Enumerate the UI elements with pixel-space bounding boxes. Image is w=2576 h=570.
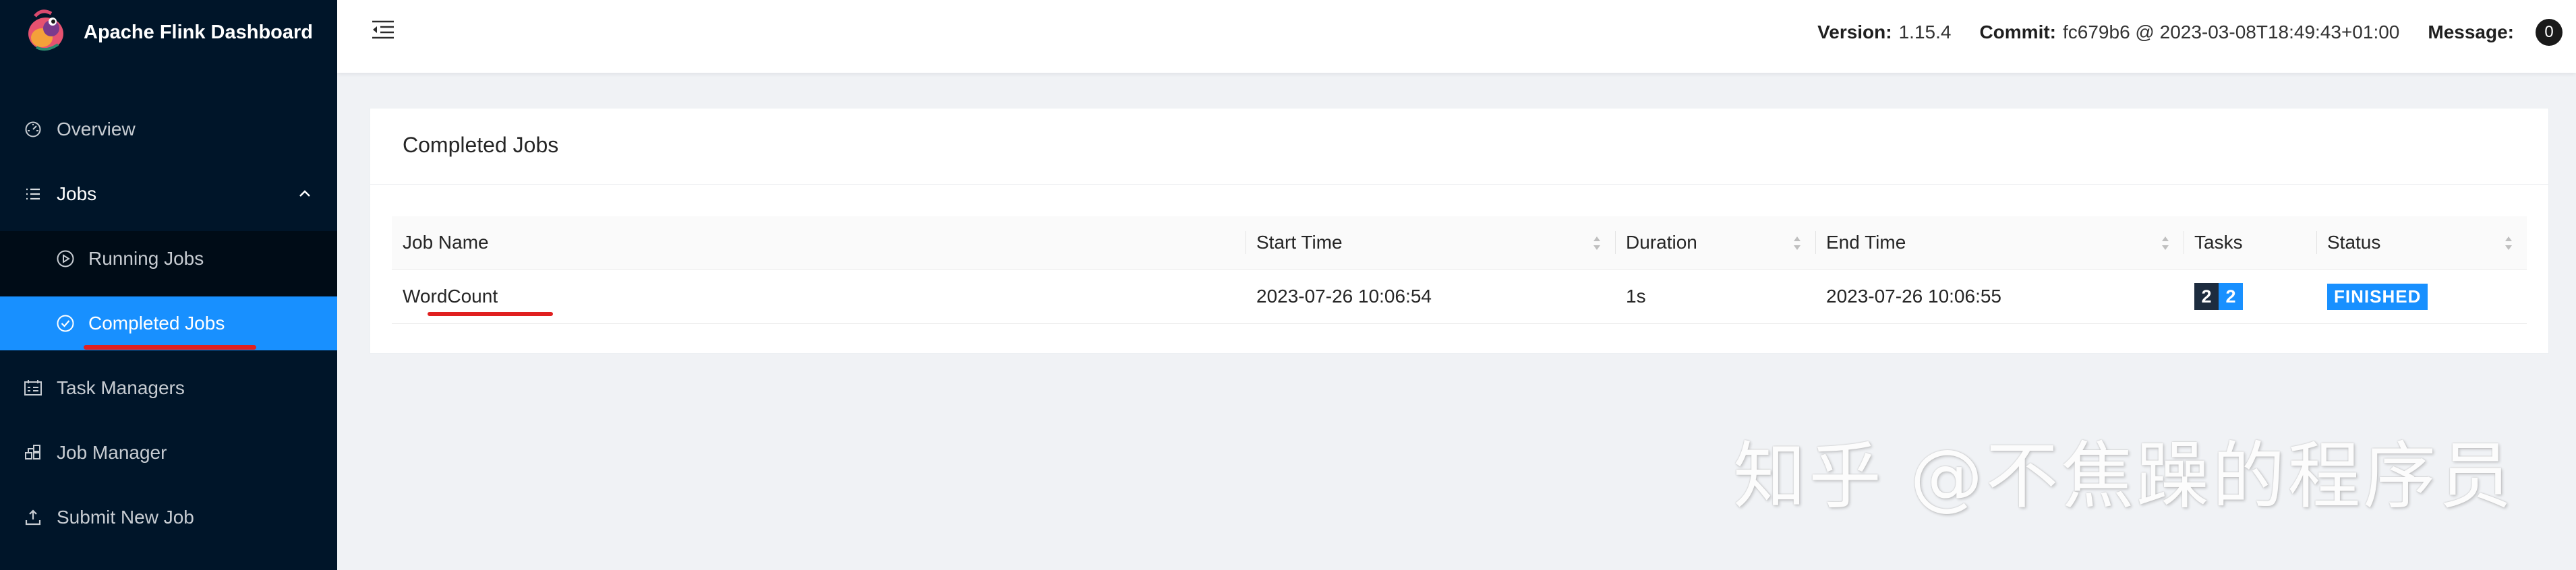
flink-logo-icon	[28, 9, 63, 51]
column-header-start-time[interactable]: Start Time	[1246, 216, 1615, 270]
status-badge: FINISHED	[2327, 283, 2428, 310]
duration-cell: 1s	[1615, 269, 1815, 324]
sidebar-item-label: Task Managers	[57, 377, 185, 398]
tasks-total-badge: 2	[2194, 283, 2219, 310]
end-time-cell: 2023-07-26 10:06:55	[1815, 269, 2184, 324]
message-label: Message:	[2428, 22, 2514, 42]
table-row[interactable]: WordCount 2023-07-26 10:06:54 1s 2023-07…	[392, 269, 2527, 324]
list-icon	[23, 184, 43, 204]
app-title: Apache Flink Dashboard	[84, 22, 314, 43]
sidebar-item-completed-jobs[interactable]: Completed Jobs	[0, 296, 337, 350]
start-time-cell: 2023-07-26 10:06:54	[1246, 269, 1615, 324]
dashboard-icon	[23, 119, 43, 139]
sidebar-item-submit-new-job[interactable]: Submit New Job	[0, 490, 337, 544]
sidebar-item-label: Running Jobs	[88, 248, 204, 269]
sidebar-item-label: Completed Jobs	[88, 313, 225, 334]
table-header-row: Job Name Start Time Duration End Time Ta…	[392, 216, 2527, 270]
watermark: 知乎 @不焦躁的程序员	[1733, 435, 2515, 519]
version-label: Version:	[1817, 22, 1892, 42]
menu-fold-icon[interactable]	[371, 18, 395, 42]
sort-icon[interactable]	[2504, 234, 2513, 252]
sidebar-item-running-jobs[interactable]: Running Jobs	[0, 232, 337, 286]
sort-icon[interactable]	[1592, 234, 1602, 252]
card-title: Completed Jobs	[403, 133, 559, 157]
column-header-tasks: Tasks	[2184, 216, 2316, 270]
commit-label: Commit:	[1979, 22, 2056, 42]
column-header-duration[interactable]: Duration	[1615, 216, 1815, 270]
sort-icon[interactable]	[1792, 234, 1802, 252]
annotation-underline	[428, 312, 553, 316]
schedule-icon	[23, 378, 43, 398]
upload-icon	[23, 507, 43, 528]
sidebar-item-overview[interactable]: Overview	[0, 102, 337, 156]
annotation-underline	[84, 345, 256, 350]
jobs-table: Job Name Start Time Duration End Time Ta…	[392, 216, 2527, 324]
card-divider	[370, 184, 2548, 185]
sidebar-item-label: Overview	[57, 119, 136, 139]
check-circle-icon	[55, 313, 76, 334]
top-header: Version: 1.15.4 Commit: fc679b6 @ 2023-0…	[337, 0, 2576, 73]
sidebar-item-label: Submit New Job	[57, 507, 194, 528]
sidebar-item-task-managers[interactable]: Task Managers	[0, 361, 337, 415]
status-cell: FINISHED	[2316, 269, 2527, 324]
completed-jobs-card: Completed Jobs Job Name Start Time Durat…	[370, 108, 2549, 354]
tasks-cell: 22	[2184, 269, 2316, 324]
sidebar-item-label: Jobs	[57, 183, 97, 204]
version-value: 1.15.4	[1898, 22, 1952, 42]
sidebar-item-jobs[interactable]: Jobs	[0, 167, 337, 221]
brand[interactable]: Apache Flink Dashboard	[0, 0, 337, 67]
sidebar-item-label: Job Manager	[57, 442, 167, 463]
tasks-finished-badge: 2	[2219, 283, 2243, 310]
sidebar: Apache Flink Dashboard Overview Jobs Run…	[0, 0, 337, 570]
column-header-status[interactable]: Status	[2316, 216, 2527, 270]
commit-value: fc679b6 @ 2023-03-08T18:49:43+01:00	[2063, 22, 2400, 42]
column-header-end-time[interactable]: End Time	[1815, 216, 2184, 270]
column-header-job-name[interactable]: Job Name	[392, 216, 1246, 270]
sort-icon[interactable]	[2161, 234, 2170, 252]
cluster-icon	[23, 443, 43, 463]
chevron-up-icon	[299, 190, 310, 197]
header-info: Version: 1.15.4 Commit: fc679b6 @ 2023-0…	[1817, 18, 2563, 47]
sidebar-item-job-manager[interactable]: Job Manager	[0, 426, 337, 480]
play-circle-icon	[55, 249, 76, 269]
message-count-badge[interactable]: 0	[2536, 19, 2563, 46]
